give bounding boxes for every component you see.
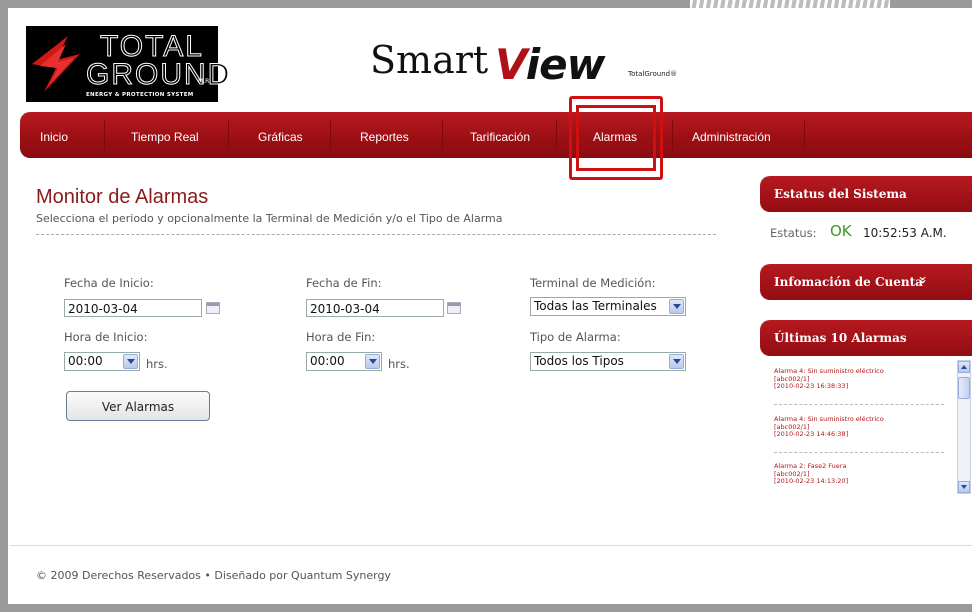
nav-separator [672, 120, 673, 150]
alarms-panel-title: Últimas 10 Alarmas [774, 331, 907, 345]
fecha-inicio-label: Fecha de Inicio: [64, 276, 154, 290]
alarms-panel-header: Últimas 10 Alarmas [760, 320, 972, 356]
alarm-divider [774, 404, 944, 405]
nav-separator [804, 120, 805, 150]
divider [36, 234, 716, 235]
terminal-label: Terminal de Medición: [530, 276, 656, 290]
active-tab-highlight-inner [576, 105, 656, 171]
hrs-label: hrs. [146, 357, 168, 371]
tipo-alarma-value: Todos los Tipos [534, 354, 624, 368]
nav-separator [228, 120, 229, 150]
nav-item-administracion[interactable]: Administración [692, 112, 771, 158]
fecha-fin-label: Fecha de Fin: [306, 276, 382, 290]
hora-fin-label: Hora de Fin: [306, 330, 376, 344]
tipo-alarma-select[interactable]: Todos los Tipos [530, 352, 686, 371]
dropdown-arrow-icon [669, 354, 684, 369]
terminal-select-value: Todas las Terminales [534, 299, 657, 313]
frame-bottom-border [0, 604, 972, 612]
fecha-inicio-input[interactable]: 2010-03-04 [64, 299, 202, 317]
nav-separator [104, 120, 105, 150]
alarm-line: [2010-02-23 14:13:20] [774, 477, 849, 485]
nav-item-reportes[interactable]: Reportes [360, 112, 409, 158]
status-time: 10:52:53 A.M. [863, 226, 947, 240]
scroll-up-arrow-icon[interactable] [958, 361, 970, 373]
logo-tagline: ENERGY & PROTECTION SYSTEM [86, 92, 194, 98]
hora-inicio-label: Hora de Inicio: [64, 330, 148, 344]
frame-left-border [0, 0, 8, 612]
decorative-stripes [690, 0, 890, 8]
alarm-divider [774, 452, 944, 453]
logo-text-ground: GROUND [85, 58, 232, 91]
status-ok-badge: OK [830, 222, 852, 240]
account-panel-title: Infomación de Cuenta [774, 275, 923, 289]
hrs-label: hrs. [388, 357, 410, 371]
list-item[interactable]: Alarma 4: Sin suministro eléctrico [abc0… [774, 415, 944, 439]
fecha-fin-input[interactable]: 2010-03-04 [306, 299, 444, 317]
brand-view: View [495, 40, 606, 89]
lightning-bolt-icon [32, 36, 80, 92]
nav-separator [330, 120, 331, 150]
ver-alarmas-button[interactable]: Ver Alarmas [66, 391, 210, 421]
scroll-down-arrow-icon[interactable] [958, 481, 970, 493]
alarms-scrollbar[interactable] [957, 360, 971, 494]
account-panel-header[interactable]: Infomación de Cuenta » [760, 264, 972, 300]
nav-item-graficas[interactable]: Gráficas [258, 112, 303, 158]
alarms-list[interactable]: Alarma 4: Sin suministro eléctrico [abc0… [768, 360, 958, 496]
dropdown-arrow-icon [365, 354, 380, 369]
list-item[interactable]: Alarma 4: Sin suministro eléctrico [abc0… [774, 367, 944, 391]
brand-smart: Smart [370, 38, 489, 82]
calendar-icon[interactable] [206, 302, 220, 314]
status-panel-header: Estatus del Sistema [760, 176, 972, 212]
nav-item-tiempo-real[interactable]: Tiempo Real [131, 112, 199, 158]
brand-view-rest: iew [525, 40, 606, 89]
scroll-thumb[interactable] [958, 377, 970, 399]
alarm-line: [2010-02-23 14:46:38] [774, 430, 849, 438]
tipo-alarma-label: Tipo de Alarma: [530, 330, 621, 344]
footer-text: © 2009 Derechos Reservados • Diseñado po… [36, 569, 391, 582]
hora-fin-select[interactable]: 00:00 [306, 352, 382, 371]
footer-divider [10, 545, 972, 546]
nav-item-tarificacion[interactable]: Tarificación [470, 112, 530, 158]
status-label: Estatus: [770, 226, 817, 240]
page-frame: TOTAL GROUND M.R ENERGY & PROTECTION SYS… [0, 0, 972, 612]
list-item[interactable]: Alarma 2: Fase2 Fuera [abc002/1] [2010-0… [774, 462, 944, 486]
logo-mark: M.R [198, 78, 210, 85]
hora-inicio-select[interactable]: 00:00 [64, 352, 140, 371]
brand-view-v: V [495, 40, 527, 89]
dropdown-arrow-icon [123, 354, 138, 369]
hora-inicio-value: 00:00 [68, 354, 103, 368]
main-nav: Inicio Tiempo Real Gráficas Reportes Tar… [20, 112, 972, 158]
chevron-down-icon[interactable]: » [914, 276, 930, 285]
status-panel-title: Estatus del Sistema [774, 187, 907, 201]
brand-small: TotalGround® [628, 70, 678, 78]
hora-fin-value: 00:00 [310, 354, 345, 368]
page-subtitle: Selecciona el periodo y opcionalmente la… [36, 212, 503, 225]
terminal-select[interactable]: Todas las Terminales [530, 297, 686, 316]
nav-separator [556, 120, 557, 150]
totalground-logo[interactable]: TOTAL GROUND M.R ENERGY & PROTECTION SYS… [26, 26, 230, 102]
dropdown-arrow-icon [669, 299, 684, 314]
page-title: Monitor de Alarmas [36, 186, 209, 208]
nav-separator [442, 120, 443, 150]
alarm-line: [2010-02-23 16:38:33] [774, 382, 849, 390]
calendar-icon[interactable] [447, 302, 461, 314]
nav-item-inicio[interactable]: Inicio [40, 112, 68, 158]
